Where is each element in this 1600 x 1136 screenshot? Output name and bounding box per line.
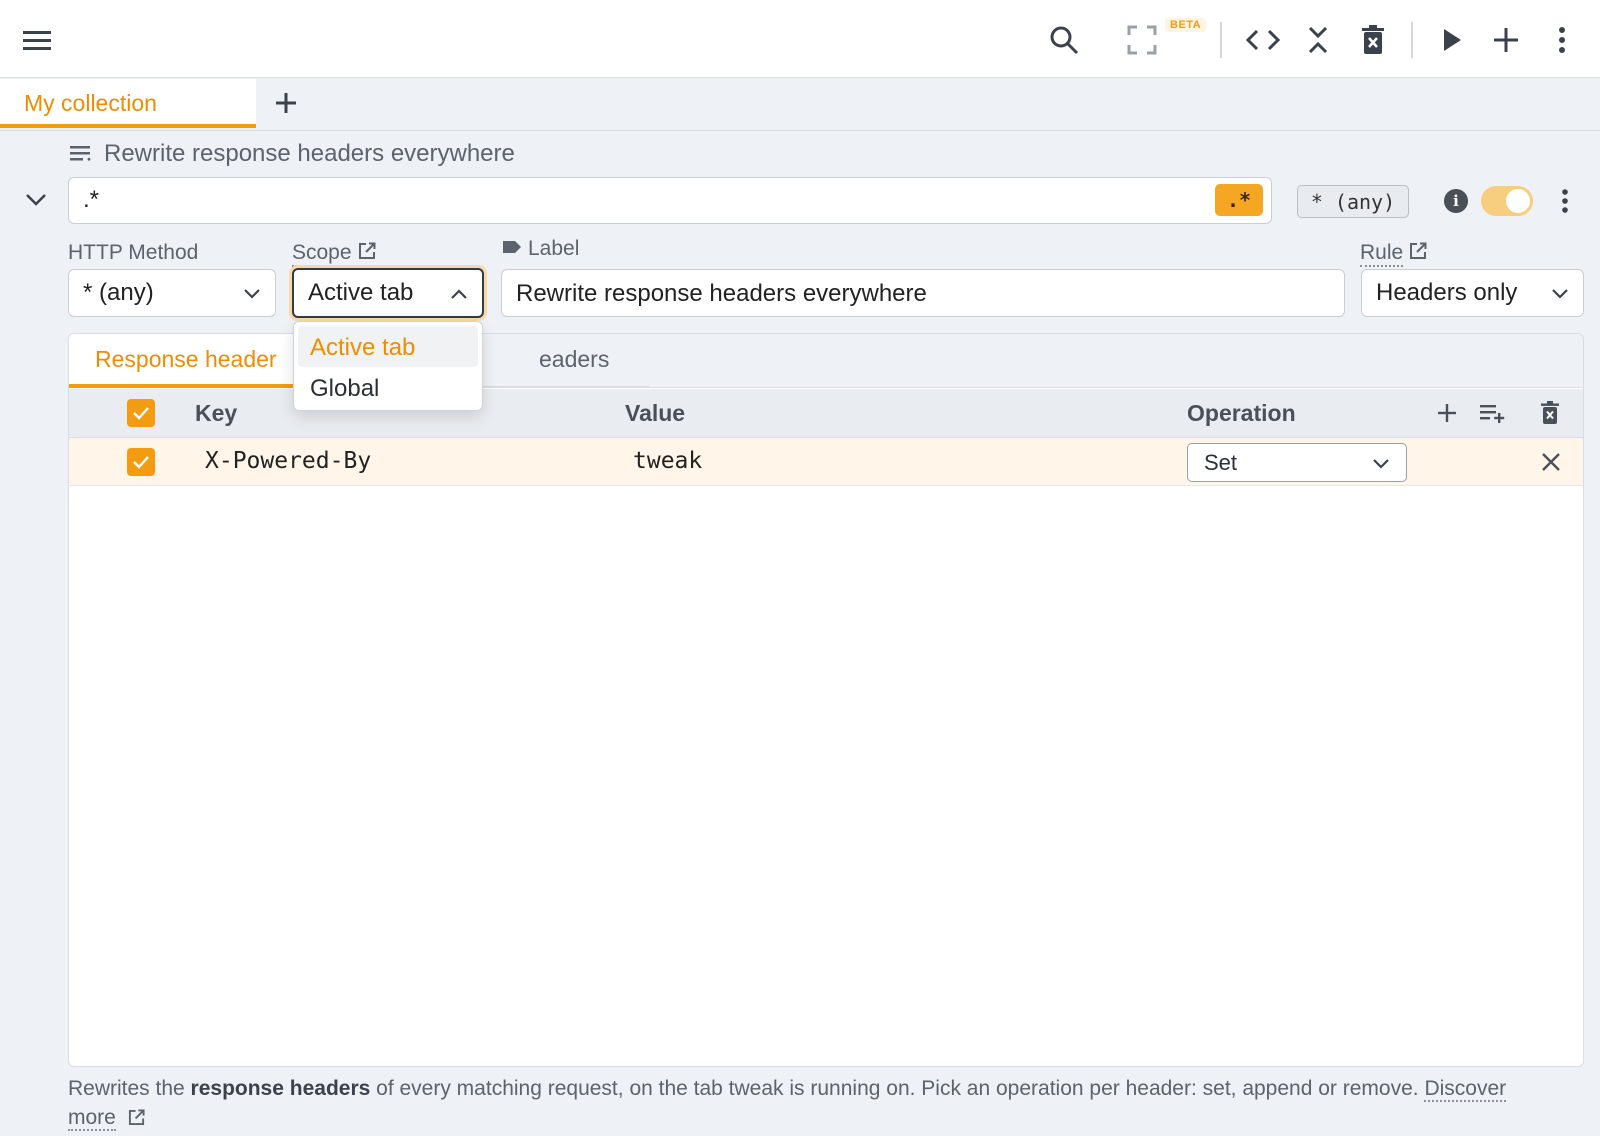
operation-select[interactable]: Set [1187, 443, 1407, 482]
help-text-suffix: of every matching request, on the tab tw… [370, 1077, 1425, 1100]
header-value[interactable]: tweak [633, 448, 702, 474]
column-value: Value [625, 400, 686, 426]
close-icon[interactable] [1535, 446, 1567, 478]
toolbar-divider [1411, 22, 1413, 58]
rule-type-value: Headers only [1376, 279, 1518, 306]
tag-icon [502, 237, 522, 261]
notes-icon[interactable] [70, 140, 92, 168]
rule-title: Rewrite response headers everywhere [70, 140, 515, 168]
menu-icon[interactable] [17, 20, 57, 60]
label-field-label-text: Label [528, 237, 580, 260]
code-icon[interactable] [1243, 20, 1283, 60]
external-link-icon[interactable] [1409, 242, 1427, 266]
http-method-label: HTTP Method [68, 241, 198, 265]
fullscreen-icon[interactable] [1122, 20, 1162, 60]
scope-option-global[interactable]: Global [298, 367, 478, 408]
chevron-down-icon [1372, 450, 1390, 476]
header-key[interactable]: X-Powered-By [205, 448, 371, 474]
toggle-knob [1506, 189, 1530, 213]
external-link-icon[interactable] [128, 1105, 145, 1134]
delete-icon[interactable] [1353, 20, 1393, 60]
external-link-icon[interactable] [358, 242, 376, 266]
tab-my-collection[interactable]: My collection [0, 79, 256, 128]
label-input[interactable]: Rewrite response headers everywhere [501, 269, 1345, 317]
chevron-up-icon [450, 279, 468, 307]
operation-value: Set [1204, 449, 1238, 475]
row-checkbox[interactable] [127, 448, 155, 476]
rule-label-text[interactable]: Rule [1360, 241, 1404, 267]
regex-toggle[interactable]: .* [1215, 184, 1263, 216]
rule-title-text: Rewrite response headers everywhere [104, 140, 515, 167]
rule-more-icon[interactable] [1550, 185, 1580, 217]
add-row-icon[interactable] [1431, 397, 1463, 429]
rule-type-select[interactable]: Headers only [1361, 269, 1584, 317]
scope-select[interactable]: Active tab [292, 268, 484, 318]
http-method-label-text: HTTP Method [68, 241, 199, 264]
headers-panel: Response header eaders Key Value Operati… [68, 333, 1584, 1067]
table-row: X-Powered-By tweak Set [69, 438, 1583, 486]
http-method-value: * (any) [83, 279, 154, 306]
run-icon[interactable] [1432, 20, 1472, 60]
chevron-down-icon[interactable] [20, 184, 52, 216]
scope-value: Active tab [308, 279, 414, 306]
label-field-label: Label [502, 237, 579, 261]
scope-label: Scope [292, 241, 376, 267]
toolbar-divider [1220, 22, 1222, 58]
url-pattern-input[interactable]: .* [68, 177, 1272, 224]
help-text-bold: response headers [190, 1077, 371, 1100]
info-icon[interactable]: i [1444, 189, 1468, 213]
collection-tabs: My collection [0, 79, 1600, 131]
column-operation: Operation [1187, 400, 1296, 426]
http-method-select[interactable]: * (any) [68, 269, 276, 317]
tab-response-headers[interactable]: Response header [69, 334, 319, 388]
rule-enabled-toggle[interactable] [1481, 186, 1533, 216]
collapse-all-icon[interactable] [1298, 20, 1338, 60]
column-key: Key [195, 400, 238, 426]
more-icon[interactable] [1542, 20, 1582, 60]
help-text: Rewrites the response headers of every m… [68, 1074, 1538, 1134]
method-badge: * (any) [1297, 185, 1409, 218]
add-collection-button[interactable] [268, 85, 304, 121]
help-text-prefix: Rewrites the [68, 1077, 191, 1100]
scope-dropdown-menu: Active tab Global [293, 321, 483, 411]
beta-badge: BETA [1165, 18, 1207, 32]
select-all-checkbox[interactable] [127, 399, 155, 427]
scope-label-text[interactable]: Scope [292, 241, 352, 267]
top-toolbar: BETA [0, 0, 1600, 78]
chevron-down-icon [1551, 279, 1569, 307]
add-list-icon[interactable] [1477, 397, 1509, 429]
scope-option-active-tab[interactable]: Active tab [298, 326, 478, 367]
chevron-down-icon [243, 279, 261, 307]
add-icon[interactable] [1486, 20, 1526, 60]
rule-label: Rule [1360, 241, 1427, 267]
search-icon[interactable] [1044, 20, 1084, 60]
delete-all-icon[interactable] [1534, 397, 1566, 429]
